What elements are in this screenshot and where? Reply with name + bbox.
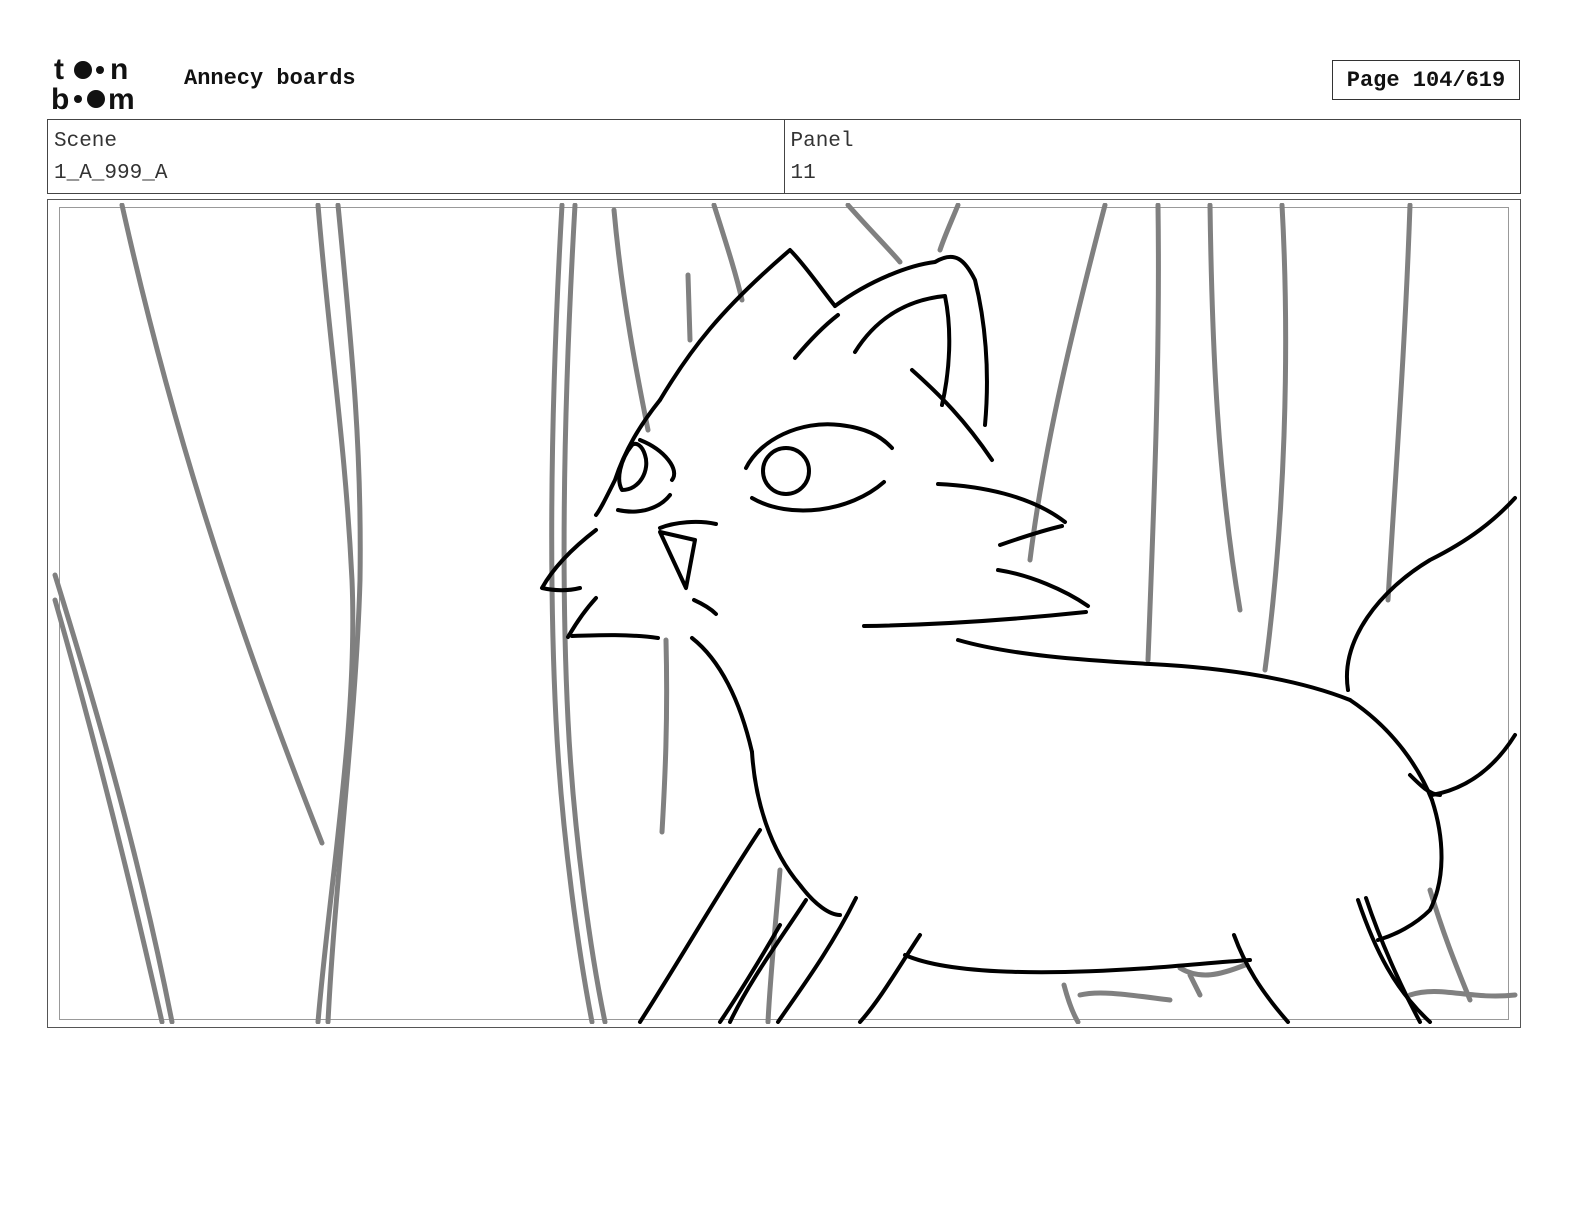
svg-text:n: n <box>110 53 128 86</box>
page-number: Page 104/619 <box>1332 60 1520 100</box>
scene-label: Scene <box>54 130 118 153</box>
forest-background-sketch <box>52 203 1518 1024</box>
svg-text:t: t <box>54 53 64 86</box>
scene-cell: Scene 1_A_999_A <box>48 120 784 193</box>
panel-value: 11 <box>790 162 816 185</box>
cat-character-sketch <box>540 248 1517 1024</box>
svg-text:b: b <box>51 83 69 112</box>
scene-panel-info: Scene 1_A_999_A Panel 11 <box>47 119 1521 194</box>
svg-text:m: m <box>108 83 135 112</box>
panel-label: Panel <box>790 130 854 153</box>
toon-boom-logo: t n b m <box>51 53 135 112</box>
scene-value: 1_A_999_A <box>54 162 168 185</box>
storyboard-drawing <box>52 203 1518 1024</box>
project-title: Annecy boards <box>184 66 356 91</box>
panel-cell: Panel 11 <box>783 120 1521 193</box>
